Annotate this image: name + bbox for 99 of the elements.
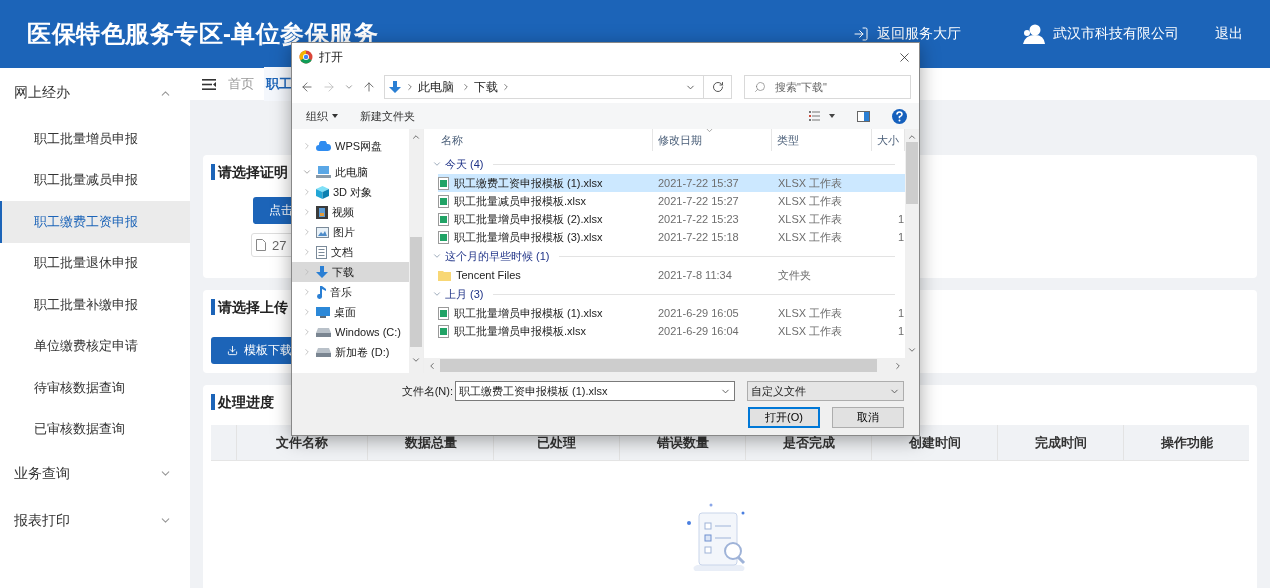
help-button[interactable] bbox=[892, 108, 907, 124]
chevron-down-icon bbox=[302, 167, 312, 177]
file-type-dropdown[interactable]: 自定义文件 bbox=[747, 381, 904, 401]
help-icon bbox=[892, 108, 907, 124]
spreadsheet-icon bbox=[438, 230, 449, 244]
drive-icon bbox=[316, 327, 331, 337]
up-arrow-icon bbox=[362, 80, 376, 94]
column-header: 操作功能 bbox=[1123, 425, 1249, 460]
horizontal-scrollbar[interactable] bbox=[424, 358, 919, 373]
cloud-icon bbox=[316, 141, 331, 151]
file-group-header[interactable]: 这个月的早些时候 (1) bbox=[424, 246, 905, 266]
chevron-down-icon bbox=[432, 251, 442, 261]
sidebar-group[interactable]: 业务查询 bbox=[0, 450, 190, 497]
file-row[interactable]: 职工批量增员申报模板 (3).xlsx 2021-7-22 15:18 XLSX 工作表 1 bbox=[438, 228, 905, 246]
address-bar[interactable]: 此电脑 下载 bbox=[384, 75, 732, 99]
scroll-up-icon bbox=[907, 132, 917, 142]
file-icon bbox=[256, 239, 266, 251]
spreadsheet-icon bbox=[438, 324, 449, 338]
file-row[interactable]: 职工缴费工资申报模板 (1).xlsx 2021-7-22 15:37 XLSX 工作表 bbox=[438, 174, 905, 192]
scroll-up-icon bbox=[411, 132, 421, 142]
cube-icon bbox=[316, 185, 329, 199]
toolbar-button[interactable]: 组织 bbox=[306, 108, 338, 124]
path-segment[interactable]: 此电脑 bbox=[415, 78, 457, 96]
chevron-right-icon bbox=[501, 82, 511, 92]
folder-icon bbox=[438, 269, 451, 281]
view-options-button[interactable] bbox=[809, 111, 835, 121]
desktop-icon bbox=[316, 306, 330, 318]
chevron-down-icon bbox=[344, 82, 354, 92]
download-icon bbox=[389, 80, 401, 94]
document-icon bbox=[316, 245, 327, 259]
sidebar-item[interactable]: 职工批量减员申报 bbox=[0, 159, 190, 201]
caret-icon bbox=[332, 114, 338, 118]
chevron-down-icon bbox=[432, 289, 442, 299]
nav-tree-item[interactable]: 此电脑 bbox=[292, 162, 409, 182]
menu-icon[interactable] bbox=[202, 78, 216, 90]
spreadsheet-icon bbox=[438, 176, 449, 190]
filename-field[interactable]: 职工缴费工资申报模板 (1).xlsx bbox=[455, 381, 735, 401]
chevron-right-icon bbox=[405, 82, 415, 92]
scroll-down-icon bbox=[907, 345, 917, 355]
column-header[interactable]: 类型 bbox=[772, 129, 872, 151]
sidebar-group[interactable]: 报表打印 bbox=[0, 497, 190, 544]
list-view-icon bbox=[809, 111, 835, 121]
scroll-left-icon bbox=[427, 360, 437, 371]
column-header: 完成时间 bbox=[997, 425, 1123, 460]
nav-scrollbar[interactable] bbox=[409, 129, 423, 373]
file-row[interactable]: 职工批量减员申报模板.xlsx 2021-7-22 15:27 XLSX 工作表 bbox=[438, 192, 905, 210]
chevron-right-icon bbox=[302, 141, 312, 151]
nav-tree-item[interactable]: 下载 bbox=[292, 262, 409, 282]
scrollbar-thumb[interactable] bbox=[440, 359, 877, 372]
scroll-right-icon bbox=[893, 360, 903, 371]
file-row[interactable]: 职工批量增员申报模板 (2).xlsx 2021-7-22 15:23 XLSX 工作表 1 bbox=[438, 210, 905, 228]
pane-icon bbox=[857, 110, 870, 122]
download-icon bbox=[227, 345, 238, 356]
spreadsheet-icon bbox=[438, 212, 449, 226]
header-link[interactable]: 武汉市科技有限公司 bbox=[1023, 24, 1179, 44]
header-link[interactable]: 退出 bbox=[1215, 25, 1243, 43]
preview-pane-button[interactable] bbox=[857, 110, 870, 122]
toolbar-button[interactable]: 新建文件夹 bbox=[360, 108, 415, 124]
sidebar-item[interactable]: 待审核数据查询 bbox=[0, 367, 190, 409]
chevron-right-icon bbox=[461, 82, 471, 92]
spreadsheet-icon bbox=[438, 306, 449, 320]
sidebar-item[interactable]: 职工批量退休申报 bbox=[0, 242, 190, 284]
file-scrollbar[interactable] bbox=[905, 129, 919, 358]
nav-tree-item[interactable]: WPS网盘 bbox=[292, 136, 409, 156]
dialog-title: 打开 bbox=[319, 48, 344, 66]
open-button[interactable]: 打开(O) bbox=[748, 407, 820, 428]
column-header[interactable]: 名称 bbox=[424, 129, 653, 151]
spreadsheet-icon bbox=[438, 194, 449, 208]
sidebar-item[interactable]: 已审核数据查询 bbox=[0, 408, 190, 450]
file-row[interactable]: 职工批量增员申报模板.xlsx 2021-6-29 16:04 XLSX 工作表 1 bbox=[438, 322, 905, 340]
column-header[interactable]: 修改日期 bbox=[653, 129, 772, 151]
refresh-icon bbox=[711, 81, 724, 93]
scrollbar-thumb[interactable] bbox=[906, 142, 918, 204]
music-icon bbox=[316, 285, 326, 299]
film-icon bbox=[316, 205, 328, 219]
scrollbar-thumb[interactable] bbox=[410, 237, 422, 347]
user-icon bbox=[1023, 24, 1045, 44]
scroll-down-icon bbox=[411, 355, 421, 365]
sidebar-item[interactable]: 职工批量增员申报 bbox=[0, 118, 190, 160]
sidebar-group[interactable]: 网上经办 bbox=[0, 68, 190, 118]
computer-icon bbox=[316, 166, 331, 178]
sidebar-item[interactable]: 单位缴费核定申请 bbox=[0, 325, 190, 367]
download-icon bbox=[316, 265, 328, 279]
drive-icon bbox=[316, 347, 331, 357]
cancel-button[interactable]: 取消 bbox=[832, 407, 904, 428]
nav-tree-item[interactable]: 音乐 bbox=[292, 282, 409, 302]
chevron-down-icon bbox=[432, 159, 442, 169]
file-row[interactable]: Tencent Files 2021-7-8 11:34 文件夹 bbox=[438, 266, 905, 284]
header-link[interactable]: 返回服务大厅 bbox=[853, 25, 961, 43]
image-icon bbox=[316, 226, 329, 238]
sidebar-item[interactable]: 职工批量补缴申报 bbox=[0, 284, 190, 326]
sidebar-item[interactable]: 职工缴费工资申报 bbox=[0, 201, 190, 243]
nav-tree-item[interactable]: 3D 对象 bbox=[292, 182, 409, 202]
breadcrumb-tab[interactable]: 职工 bbox=[264, 67, 292, 101]
nav-tree-item[interactable]: 视频 bbox=[292, 202, 409, 222]
chrome-icon bbox=[299, 50, 313, 64]
path-segment[interactable]: 下载 bbox=[471, 78, 501, 96]
search-field[interactable]: 搜索"下载" bbox=[744, 75, 911, 99]
search-icon bbox=[754, 81, 766, 93]
